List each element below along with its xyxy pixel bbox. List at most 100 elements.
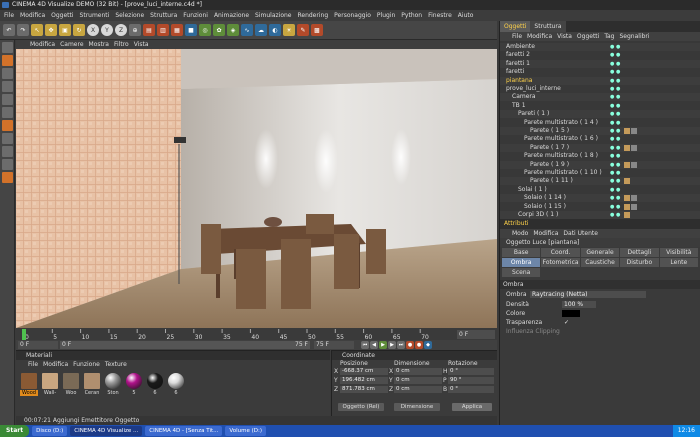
record-icon[interactable]: ●	[406, 341, 414, 349]
tab-0[interactable]: Oggetti	[500, 21, 531, 32]
material-tag-icon[interactable]	[624, 161, 630, 168]
position-field[interactable]: -668.37 cm	[340, 368, 388, 375]
menu-item-8[interactable]: Simulazione	[255, 10, 291, 21]
attribute-group-tab[interactable]: Generale	[580, 248, 620, 257]
visibility-dots-icon[interactable]: ● ●	[610, 169, 620, 177]
axis-mode-icon[interactable]	[2, 120, 13, 131]
material-tag-icon[interactable]	[624, 212, 630, 218]
render-picture-icon[interactable]: ▥	[157, 24, 169, 36]
model-mode-icon[interactable]	[2, 42, 13, 53]
object-menu-item-2[interactable]: Vista	[557, 32, 572, 41]
start-button[interactable]: Start	[0, 425, 30, 437]
tweak-mode-icon[interactable]	[2, 133, 13, 144]
menu-item-11[interactable]: Plugin	[377, 10, 395, 21]
material-tag-icon[interactable]	[624, 203, 630, 210]
material-menu-item-3[interactable]: Texture	[105, 360, 127, 369]
size-field[interactable]: 0 cm	[394, 377, 442, 384]
playhead[interactable]	[22, 329, 26, 340]
scale-icon[interactable]: ▣	[59, 24, 71, 36]
rotation-field[interactable]: 0 °	[448, 386, 494, 393]
object-menu-item-0[interactable]: File	[512, 32, 522, 41]
material-item[interactable]: 6	[146, 373, 164, 396]
last-frame-icon[interactable]: ⏭	[397, 341, 405, 349]
object-row[interactable]: Parete multistrato ( 1 8 ) ● ●	[500, 152, 700, 160]
viewport-menu-item-3[interactable]: Filtro	[114, 40, 129, 49]
attribute-group-tab[interactable]: Coord.	[541, 248, 580, 257]
object-row[interactable]: Parete ( 1 11 ) ● ●	[500, 177, 700, 186]
menu-item-9[interactable]: Rendering	[297, 10, 328, 21]
material-tag-icon[interactable]	[624, 178, 630, 185]
menu-item-1[interactable]: Modifica	[20, 10, 45, 21]
property-value[interactable]: ✓	[562, 319, 571, 326]
cube-icon[interactable]: ■	[185, 24, 197, 36]
object-row[interactable]: Camera ● ●	[500, 93, 700, 102]
visibility-dots-icon[interactable]: ● ●	[610, 177, 620, 185]
autokey-icon[interactable]: ●	[415, 341, 423, 349]
attributes-menu-item-1[interactable]: Modifica	[533, 229, 558, 238]
visibility-dots-icon[interactable]: ● ●	[610, 93, 620, 101]
camera-icon[interactable]: ◐	[269, 24, 281, 36]
material-item[interactable]: 6	[167, 373, 185, 396]
material-tag-icon[interactable]	[624, 144, 630, 151]
visibility-dots-icon[interactable]: ● ●	[610, 127, 620, 135]
render-settings-icon[interactable]: ▦	[171, 24, 183, 36]
light-icon[interactable]: ☀	[283, 24, 295, 36]
visibility-dots-icon[interactable]: ● ●	[610, 186, 620, 194]
attribute-group-tab[interactable]: Base	[502, 248, 541, 257]
color-swatch[interactable]	[562, 310, 580, 317]
object-menu-item-1[interactable]: Modifica	[527, 32, 552, 41]
material-tag-icon[interactable]	[624, 195, 630, 202]
y-axis-icon[interactable]: Y	[101, 24, 113, 36]
menu-item-14[interactable]: Aiuto	[458, 10, 474, 21]
environment-icon[interactable]: ☁	[255, 24, 267, 36]
tab-1[interactable]: Struttura	[530, 21, 566, 32]
next-frame-icon[interactable]: ▶	[388, 341, 396, 349]
end-frame-field[interactable]: 75 F	[314, 341, 354, 349]
object-row[interactable]: Parete ( 1 5 ) ● ●	[500, 127, 700, 135]
visibility-dots-icon[interactable]: ● ●	[610, 85, 620, 93]
material-item[interactable]: Ceran	[83, 373, 101, 396]
checker-icon[interactable]	[2, 146, 13, 157]
material-menu-item-1[interactable]: Modifica	[43, 360, 68, 369]
attribute-group-tab[interactable]: Disturbo	[620, 258, 659, 267]
object-row[interactable]: Parete ( 1 9 ) ● ●	[500, 160, 700, 169]
object-row[interactable]: Pareti ( 1 ) ● ●	[500, 110, 700, 119]
material-item[interactable]: Woo	[62, 373, 80, 396]
material-menu-item-0[interactable]: File	[28, 360, 38, 369]
visibility-dots-icon[interactable]: ● ●	[610, 110, 620, 118]
visibility-dots-icon[interactable]: ● ●	[610, 119, 620, 127]
start-frame-field[interactable]: 0 F	[18, 341, 58, 349]
viewport-menu-item-4[interactable]: Vista	[134, 40, 149, 49]
live-select-icon[interactable]: ↖	[31, 24, 43, 36]
visibility-dots-icon[interactable]: ● ●	[610, 43, 620, 51]
attributes-tab[interactable]: Attributi	[500, 219, 700, 229]
attribute-group-tab[interactable]: Ombra	[502, 258, 541, 267]
shadow-type-dropdown[interactable]: Raytracing (Netta)	[530, 291, 646, 298]
attributes-menu-item-0[interactable]: Modo	[512, 229, 528, 238]
prev-frame-icon[interactable]: ◀	[370, 341, 378, 349]
object-menu-item-3[interactable]: Oggetti	[577, 32, 599, 41]
timeline[interactable]: 0 5 10 15 20 25 30 35 40 45 50 55 60 65 70 0 F	[16, 329, 497, 341]
visibility-dots-icon[interactable]: ● ●	[610, 60, 620, 68]
spline-icon[interactable]: ∿	[241, 24, 253, 36]
material-item[interactable]: Wall-	[41, 373, 59, 396]
object-menu-item-4[interactable]: Tag	[604, 32, 614, 41]
coord-mode-dropdown[interactable]: Oggetto (Rel)	[338, 403, 384, 411]
play-icon[interactable]: ▶	[379, 341, 387, 349]
visibility-dots-icon[interactable]: ● ●	[610, 51, 620, 59]
material-item[interactable]: Wood	[20, 373, 38, 396]
visibility-dots-icon[interactable]: ● ●	[610, 144, 620, 152]
object-row[interactable]: faretti 2 ● ●	[500, 51, 700, 59]
rotation-field[interactable]: 0 °	[448, 368, 494, 375]
object-row[interactable]: prove_luci_interne ● ●	[500, 85, 700, 93]
menu-item-0[interactable]: File	[4, 10, 14, 21]
attribute-group-tab[interactable]: Fotometrica	[541, 258, 580, 267]
rotate-icon[interactable]: ↻	[73, 24, 85, 36]
taskbar-button[interactable]: Disco (D:)	[32, 426, 68, 436]
material-tag-icon[interactable]	[624, 128, 630, 134]
apply-button[interactable]: Applica	[452, 403, 492, 411]
taskbar-button[interactable]: Volume (D:)	[225, 426, 266, 436]
z-axis-icon[interactable]: Z	[115, 24, 127, 36]
attribute-group-tab[interactable]: Dettagli	[620, 248, 659, 257]
point-mode-icon[interactable]	[2, 81, 13, 92]
